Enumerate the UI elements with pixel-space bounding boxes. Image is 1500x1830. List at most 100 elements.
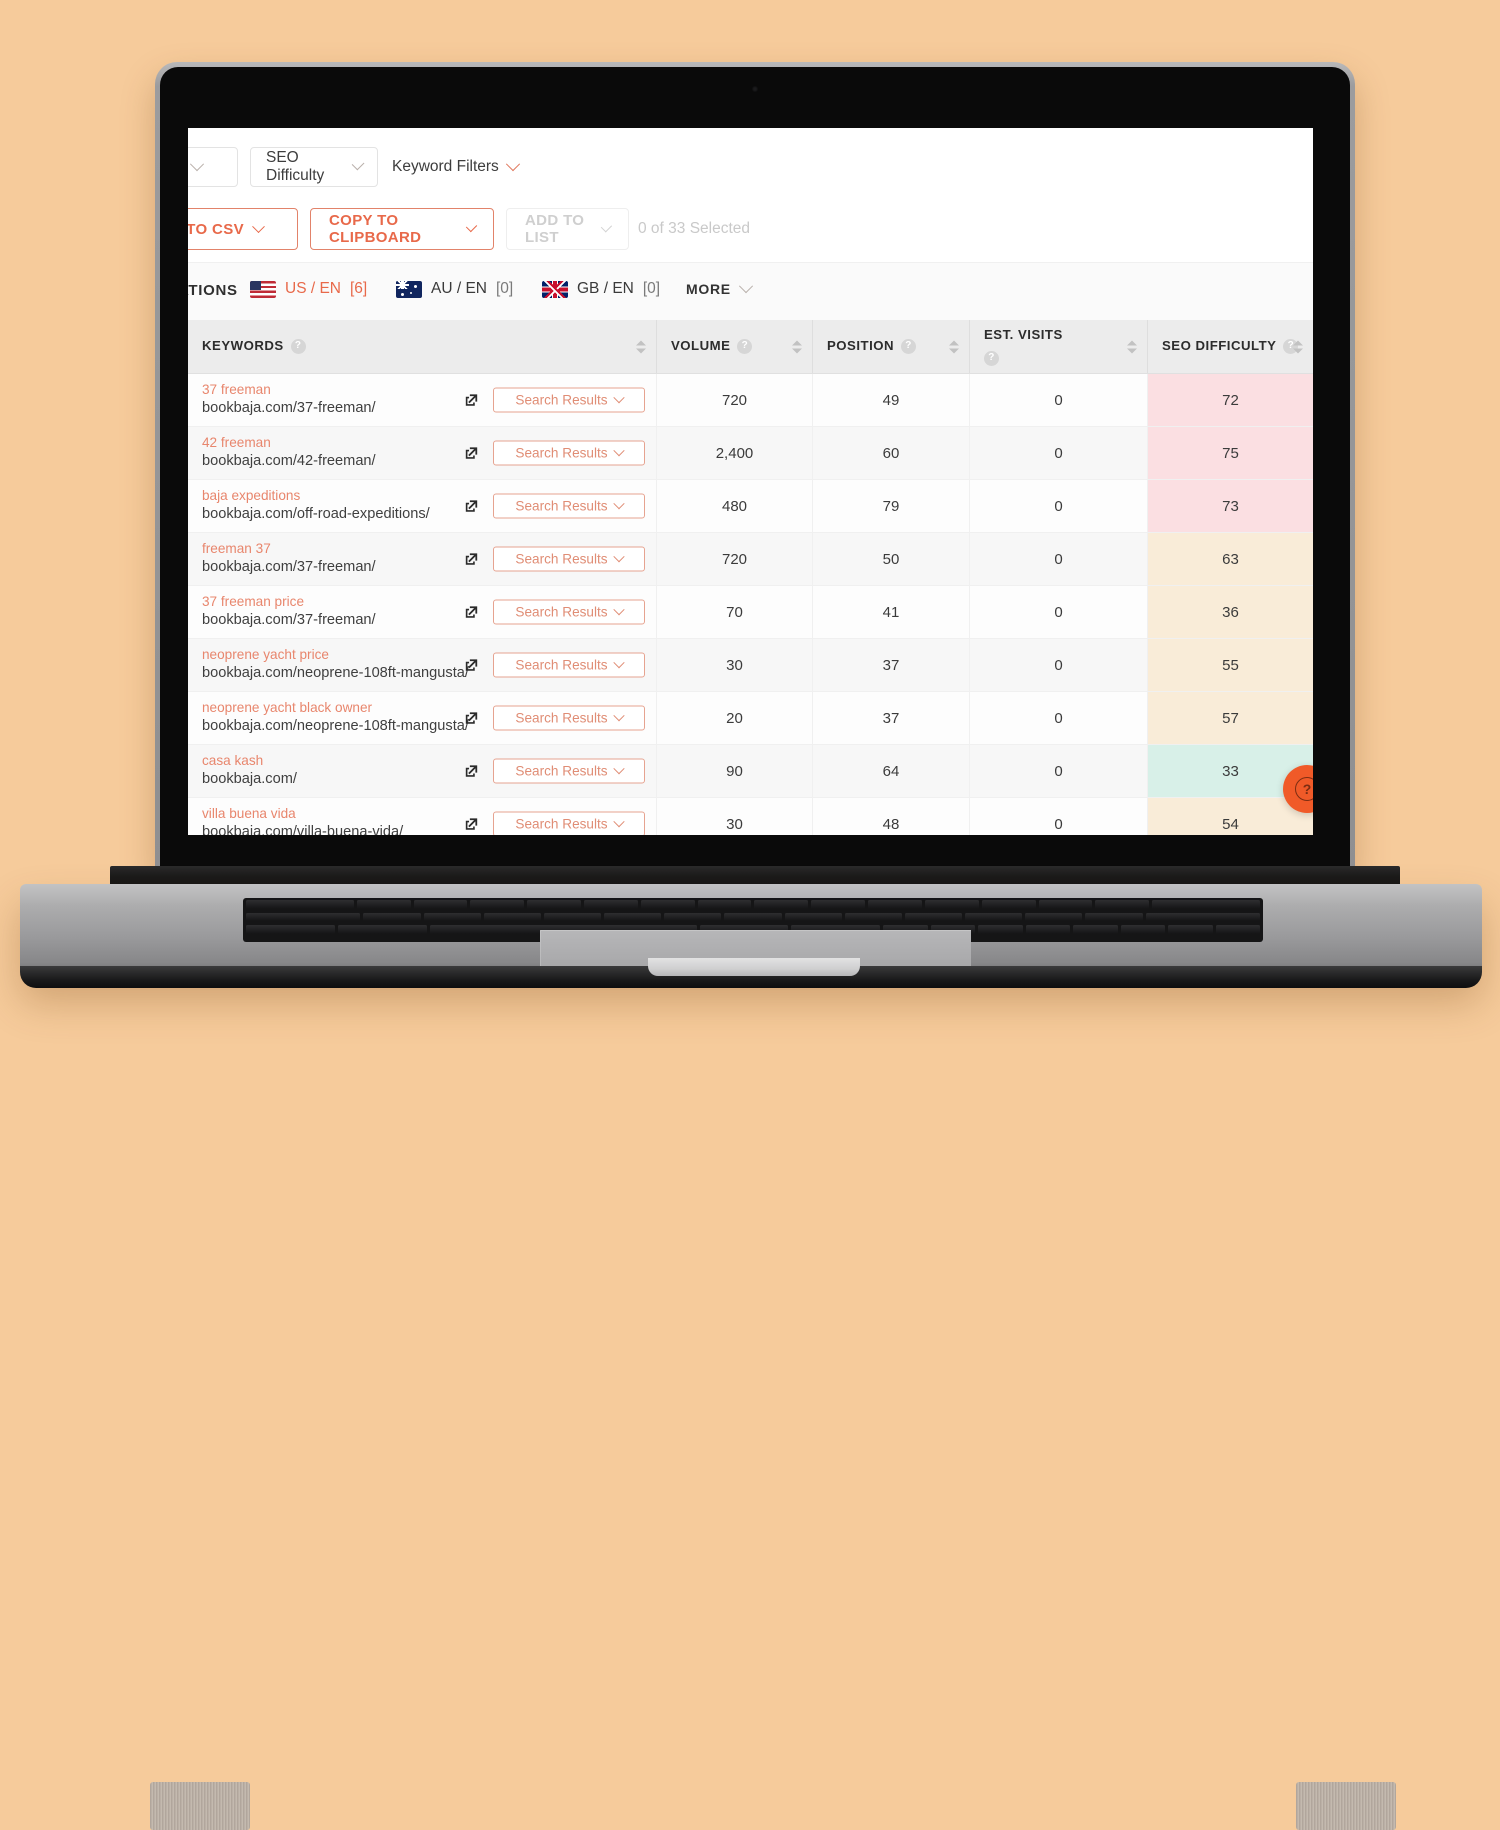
search-results-button[interactable]: Search Results (493, 600, 645, 625)
seo-keywords-app: ne SEO Difficulty Keyword Filters RT TO … (188, 128, 1313, 835)
export-to-csv-button[interactable]: RT TO CSV (188, 208, 298, 250)
chevron-down-icon (613, 710, 624, 721)
cell-keyword: baja expeditionsbookbaja.com/off-road-ex… (188, 480, 657, 532)
external-link-icon[interactable] (465, 712, 478, 725)
keyword-filters-label: Keyword Filters (392, 158, 499, 176)
cell-position: 37 (813, 639, 970, 691)
external-link-icon[interactable] (465, 818, 478, 831)
location-item-gb[interactable]: GB / EN [0] (542, 280, 660, 298)
external-link-icon[interactable] (465, 394, 478, 407)
chevron-down-icon (613, 551, 624, 562)
external-link-icon[interactable] (465, 500, 478, 513)
chevron-down-icon (613, 763, 624, 774)
cell-volume: 30 (657, 639, 813, 691)
cell-keyword: neoprene yacht pricebookbaja.com/neopren… (188, 639, 657, 691)
question-mark-icon: ? (1295, 777, 1313, 801)
location-item-us[interactable]: US / EN [6] (250, 280, 367, 298)
column-header-seo-difficulty[interactable]: SEO DIFFICULTY ? (1148, 320, 1313, 373)
cell-volume: 720 (657, 533, 813, 585)
search-results-button[interactable]: Search Results (493, 706, 645, 731)
help-icon[interactable]: ? (291, 339, 306, 354)
external-link-icon[interactable] (465, 659, 478, 672)
chevron-down-icon (506, 157, 520, 171)
volume-filter-dropdown[interactable]: ne (188, 147, 238, 187)
table-row[interactable]: 37 freeman pricebookbaja.com/37-freeman/… (188, 586, 1313, 639)
search-results-button[interactable]: Search Results (493, 441, 645, 466)
cell-volume: 720 (657, 374, 813, 426)
search-results-label: Search Results (515, 446, 607, 461)
chevron-down-icon (601, 221, 612, 232)
filters-toolbar: ne SEO Difficulty Keyword Filters (188, 128, 1313, 196)
column-header-keywords[interactable]: KEYWORDS ? (188, 320, 657, 373)
add-to-list-label: ADD TO LIST (525, 212, 593, 246)
external-link-icon[interactable] (465, 447, 478, 460)
cell-keyword: casa kashbookbaja.com/Search Results (188, 745, 657, 797)
table-row[interactable]: baja expeditionsbookbaja.com/off-road-ex… (188, 480, 1313, 533)
external-link-icon[interactable] (465, 606, 478, 619)
cell-keyword: 37 freeman pricebookbaja.com/37-freeman/… (188, 586, 657, 638)
column-header-est-visits[interactable]: EST. VISITS ? (970, 320, 1148, 373)
help-icon[interactable]: ? (901, 339, 916, 354)
location-label-us: US / EN (285, 280, 341, 298)
search-results-button[interactable]: Search Results (493, 812, 645, 836)
gb-flag-icon (542, 281, 568, 298)
locations-label: ATIONS (188, 282, 238, 299)
table-row[interactable]: 37 freemanbookbaja.com/37-freeman/Search… (188, 374, 1313, 427)
cell-position: 60 (813, 427, 970, 479)
bulk-actions-toolbar: RT TO CSV COPY TO CLIPBOARD ADD TO LIST … (188, 196, 1313, 262)
location-count-gb: [0] (643, 280, 660, 298)
cell-position: 49 (813, 374, 970, 426)
speaker-grille-right (1296, 1782, 1396, 1830)
cell-position: 79 (813, 480, 970, 532)
column-header-position[interactable]: POSITION ? (813, 320, 970, 373)
table-row[interactable]: neoprene yacht black ownerbookbaja.com/n… (188, 692, 1313, 745)
sort-toggle-est-visits[interactable] (1127, 340, 1137, 353)
us-flag-icon (250, 281, 276, 298)
cell-est-visits: 0 (970, 586, 1148, 638)
column-header-volume[interactable]: VOLUME ? (657, 320, 813, 373)
cell-est-visits: 0 (970, 480, 1148, 532)
keyword-filters-dropdown[interactable]: Keyword Filters (388, 147, 522, 187)
search-results-button[interactable]: Search Results (493, 494, 645, 519)
table-row[interactable]: 42 freemanbookbaja.com/42-freeman/Search… (188, 427, 1313, 480)
seo-difficulty-filter-dropdown[interactable]: SEO Difficulty (250, 147, 378, 187)
sort-toggle-seo-difficulty[interactable] (1293, 340, 1303, 353)
help-icon[interactable]: ? (984, 351, 999, 366)
search-results-label: Search Results (515, 499, 607, 514)
sort-toggle-keywords[interactable] (636, 340, 646, 353)
help-icon[interactable]: ? (737, 339, 752, 354)
search-results-button[interactable]: Search Results (493, 547, 645, 572)
table-row[interactable]: casa kashbookbaja.com/Search Results9064… (188, 745, 1313, 798)
more-locations-label: MORE (686, 281, 731, 297)
locations-bar: ATIONS US / EN [6] AU / EN [0] GB / EN [… (188, 262, 1313, 322)
add-to-list-button[interactable]: ADD TO LIST (506, 208, 629, 250)
location-count-us: [6] (350, 280, 367, 298)
table-row[interactable]: villa buena vidabookbaja.com/villa-buena… (188, 798, 1313, 835)
keywords-table: KEYWORDS ? VOLUME ? PO (188, 320, 1313, 835)
external-link-icon[interactable] (465, 553, 478, 566)
copy-to-clipboard-button[interactable]: COPY TO CLIPBOARD (310, 208, 494, 250)
table-row[interactable]: neoprene yacht pricebookbaja.com/neopren… (188, 639, 1313, 692)
location-label-gb: GB / EN (577, 280, 634, 298)
search-results-button[interactable]: Search Results (493, 388, 645, 413)
table-row[interactable]: freeman 37bookbaja.com/37-freeman/Search… (188, 533, 1313, 586)
search-results-button[interactable]: Search Results (493, 759, 645, 784)
cell-position: 50 (813, 533, 970, 585)
search-results-button[interactable]: Search Results (493, 653, 645, 678)
cell-keyword: villa buena vidabookbaja.com/villa-buena… (188, 798, 657, 835)
webcam-icon (752, 86, 758, 92)
external-link-icon[interactable] (465, 765, 478, 778)
chevron-down-icon (252, 220, 265, 233)
more-locations-button[interactable]: MORE (686, 281, 751, 297)
chevron-down-icon (190, 157, 204, 171)
table-body: 37 freemanbookbaja.com/37-freeman/Search… (188, 374, 1313, 835)
sort-toggle-volume[interactable] (792, 340, 802, 353)
cell-seo-difficulty: 72 (1148, 374, 1313, 426)
selection-count-text: 0 of 33 Selected (638, 208, 750, 250)
cell-position: 37 (813, 692, 970, 744)
location-item-au[interactable]: AU / EN [0] (396, 280, 513, 298)
search-results-label: Search Results (515, 764, 607, 779)
cell-volume: 20 (657, 692, 813, 744)
sort-toggle-position[interactable] (949, 340, 959, 353)
cell-seo-difficulty: 73 (1148, 480, 1313, 532)
